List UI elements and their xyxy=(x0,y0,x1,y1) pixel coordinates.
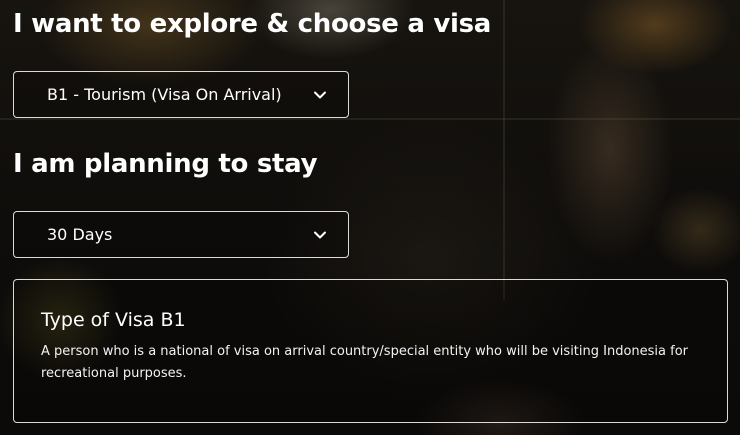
visa-info-title: Type of Visa B1 xyxy=(41,309,186,331)
visa-type-selected-value: B1 - Tourism (Visa On Arrival) xyxy=(47,85,282,104)
visa-info-description: A person who is a national of visa on ar… xyxy=(41,344,689,381)
visa-info-card: Type of Visa B1 A person who is a nation… xyxy=(13,279,728,423)
visa-selector-panel: I want to explore & choose a visa B1 - T… xyxy=(0,0,740,435)
chevron-down-icon xyxy=(312,227,328,243)
stay-duration-dropdown[interactable]: 30 Days xyxy=(13,211,349,258)
stay-heading: I am planning to stay xyxy=(13,149,318,179)
chevron-down-icon xyxy=(312,87,328,103)
stay-duration-selected-value: 30 Days xyxy=(47,225,113,244)
visa-type-dropdown[interactable]: B1 - Tourism (Visa On Arrival) xyxy=(13,71,349,118)
visa-heading: I want to explore & choose a visa xyxy=(13,9,492,39)
